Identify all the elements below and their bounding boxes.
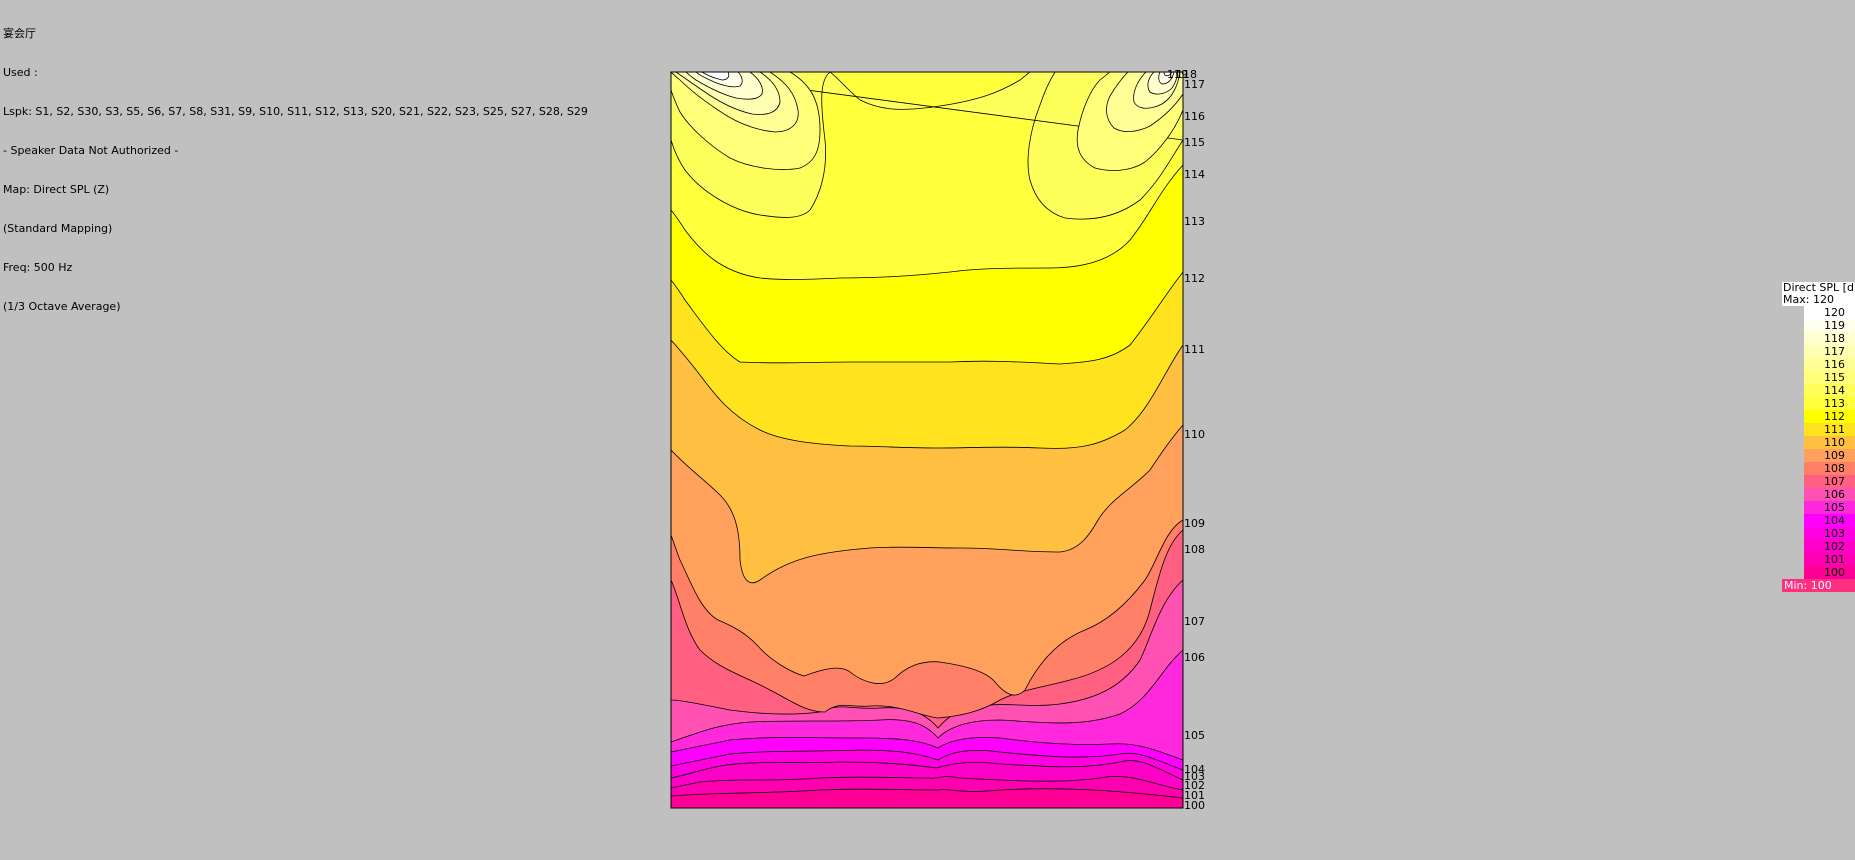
legend-value: 105 [1824, 501, 1845, 514]
legend-entry: 120 [1782, 306, 1855, 319]
legend-entry: 109 [1782, 449, 1855, 462]
legend-value: 118 [1824, 332, 1845, 345]
legend-entry: 107 [1782, 475, 1855, 488]
legend-entry: 105 [1782, 501, 1855, 514]
legend-value: 115 [1824, 371, 1845, 384]
legend-max: Max: 120 [1782, 294, 1855, 306]
contour-label: 105 [1184, 729, 1205, 742]
legend-value: 114 [1824, 384, 1845, 397]
spl-contour-map: 1191181171161151141131121111101091081071… [670, 68, 1205, 812]
contour-label: 111 [1184, 343, 1205, 356]
legend-entry: 101 [1782, 553, 1855, 566]
legend-value: 101 [1824, 553, 1845, 566]
legend-value: 102 [1824, 540, 1845, 553]
legend-entry: 118 [1782, 332, 1855, 345]
legend-entry: 111 [1782, 423, 1855, 436]
contour-label: 106 [1184, 651, 1205, 664]
legend-value: 111 [1824, 423, 1845, 436]
legend-entry: 104 [1782, 514, 1855, 527]
legend-entry: 116 [1782, 358, 1855, 371]
contour-label: 107 [1184, 615, 1205, 628]
legend-value: 113 [1824, 397, 1845, 410]
legend-min: Min: 100 [1782, 579, 1855, 592]
legend-value: 106 [1824, 488, 1845, 501]
legend-value: 107 [1824, 475, 1845, 488]
legend-value: 120 [1824, 306, 1845, 319]
legend-entry: 112 [1782, 410, 1855, 423]
legend-entry: 110 [1782, 436, 1855, 449]
contour-label: 114 [1184, 168, 1205, 181]
legend-value: 108 [1824, 462, 1845, 475]
contour-label: 115 [1184, 136, 1205, 149]
contour-label: 113 [1184, 215, 1205, 228]
legend-value: 110 [1824, 436, 1845, 449]
legend-value: 112 [1824, 410, 1845, 423]
contour-label: 112 [1184, 272, 1205, 285]
legend-entry: 106 [1782, 488, 1855, 501]
contour-label: 108 [1184, 543, 1205, 556]
legend-value: 100 [1824, 566, 1845, 579]
legend-entry: 102 [1782, 540, 1855, 553]
contour-bands [671, 72, 1183, 808]
legend-entry: 119 [1782, 319, 1855, 332]
legend-value: 117 [1824, 345, 1845, 358]
legend-value: 109 [1824, 449, 1845, 462]
contour-label: 116 [1184, 110, 1205, 123]
legend-value: 103 [1824, 527, 1845, 540]
legend-rows: 120 119 118 117 116 115 114 113 112 111 110 109 108 1… [1782, 306, 1855, 579]
legend-entry: 114 [1782, 384, 1855, 397]
legend-entry: 103 [1782, 527, 1855, 540]
legend-entry: 108 [1782, 462, 1855, 475]
legend-entry: 117 [1782, 345, 1855, 358]
contour-label: 117 [1184, 78, 1205, 91]
contour-label: 109 [1184, 517, 1205, 530]
contour-label: 100 [1184, 799, 1205, 812]
legend-entry: 115 [1782, 371, 1855, 384]
legend-value: 119 [1824, 319, 1845, 332]
legend-entry: 100 [1782, 566, 1855, 579]
contour-label: 110 [1184, 428, 1205, 441]
legend-value: 104 [1824, 514, 1845, 527]
legend-value: 116 [1824, 358, 1845, 371]
legend: Direct SPL [dB] Max: 120 120119118117116… [1782, 282, 1855, 592]
legend-entry: 113 [1782, 397, 1855, 410]
